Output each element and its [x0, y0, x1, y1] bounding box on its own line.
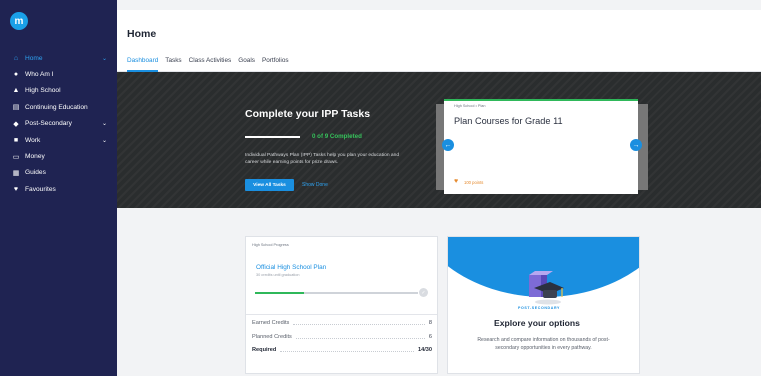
explore-title: Explore your options — [494, 318, 580, 328]
explore-category: POST-SECONDARY — [518, 306, 561, 310]
sidebar-item-who-am-i[interactable]: ● Who Am I — [0, 66, 117, 82]
task-card-points: 100 points — [464, 180, 484, 185]
sidebar-item-label: Favourites — [25, 185, 56, 193]
briefcase-icon: ■ — [13, 136, 19, 144]
sidebar-item-label: Continuing Education — [25, 103, 88, 111]
high-school-progress-bar — [255, 291, 418, 294]
explore-options-card[interactable] — [447, 236, 640, 374]
home-icon: ⌂ — [13, 54, 19, 62]
ipp-title: Complete your IPP Tasks — [245, 108, 371, 120]
app-logo[interactable]: m — [10, 12, 28, 30]
money-icon: ▭ — [12, 153, 20, 161]
chevron-down-icon: ⌄ — [101, 137, 107, 144]
sidebar-item-favourites[interactable]: ♥ Favourites — [0, 181, 117, 197]
top-bar — [117, 0, 761, 10]
tab-portfolios[interactable]: Portfolios — [262, 57, 289, 72]
carousel-prev-button[interactable]: ← — [442, 139, 454, 151]
tab-tasks[interactable]: Tasks — [165, 57, 181, 72]
book-icon: ▤ — [12, 104, 20, 112]
plan-subtitle: 30 credits until graduation — [256, 273, 300, 277]
earned-credits-row: Earned Credits 8 — [252, 320, 432, 326]
person-icon: ● — [13, 71, 19, 79]
sidebar-item-label: High School — [25, 87, 61, 95]
dashboard-cards-area — [117, 208, 761, 376]
sidebar-item-high-school[interactable]: ▲ High School — [0, 83, 117, 99]
view-all-tasks-button[interactable]: View All Tasks — [245, 179, 294, 191]
arrow-left-icon: ← — [444, 141, 452, 149]
high-school-progress-label: High School Progress — [252, 243, 289, 247]
page-title: Home — [127, 28, 157, 40]
sidebar-nav: ⌂ Home ⌄ ● Who Am I ▲ High School ▤ Cont… — [0, 50, 117, 198]
tab-bar: Dashboard Tasks Class Activities Goals P… — [127, 57, 289, 72]
sidebar-item-label: Work — [25, 136, 41, 144]
sidebar-item-post-secondary[interactable]: ◆ Post-Secondary ⌄ — [0, 116, 117, 132]
tab-dashboard[interactable]: Dashboard — [127, 57, 159, 72]
heart-icon: ♥ — [13, 185, 19, 193]
tab-class-activities[interactable]: Class Activities — [189, 57, 232, 72]
task-card-category: High School • Plan — [454, 104, 486, 108]
task-card-title[interactable]: Plan Courses for Grade 11 — [454, 116, 563, 126]
high-school-progress-card — [245, 236, 438, 374]
heart-icon: ♥ — [454, 178, 459, 185]
divider — [246, 314, 437, 315]
required-credits-row: Required 14/30 — [252, 347, 432, 353]
ipp-description: Individual Pathways Plan (IPP) Tasks hel… — [245, 153, 400, 166]
graduation-cap-icon: ◆ — [13, 120, 19, 128]
show-done-link[interactable]: Show Done — [302, 182, 328, 188]
explore-description: Research and compare information on thou… — [477, 337, 610, 351]
chevron-down-icon: ⌄ — [101, 55, 107, 62]
planned-credits-row: Planned Credits 6 — [252, 334, 432, 340]
chevron-down-icon: ⌄ — [101, 121, 107, 128]
official-plan-link[interactable]: Official High School Plan — [256, 264, 326, 271]
carousel-next-button[interactable]: → — [630, 139, 642, 151]
guide-icon: ▦ — [12, 169, 20, 177]
sidebar-item-money[interactable]: ▭ Money — [0, 148, 117, 164]
graduation-books-icon — [529, 271, 564, 305]
ipp-progress-bar — [245, 136, 300, 138]
sidebar-item-label: Post-Secondary — [25, 120, 72, 128]
sidebar-item-label: Money — [25, 153, 45, 161]
sidebar-item-label: Guides — [25, 169, 46, 177]
arrow-right-icon: → — [632, 141, 640, 149]
school-icon: ▲ — [12, 87, 20, 95]
sidebar-item-work[interactable]: ■ Work ⌄ — [0, 132, 117, 148]
tab-goals[interactable]: Goals — [238, 57, 255, 72]
sidebar-item-label: Home — [25, 54, 43, 62]
sidebar-item-continuing-education[interactable]: ▤ Continuing Education — [0, 99, 117, 115]
sidebar-item-home[interactable]: ⌂ Home ⌄ — [0, 50, 117, 66]
ipp-progress-text: 0 of 9 Completed — [312, 133, 362, 140]
progress-fill — [255, 291, 304, 294]
check-icon: ✓ — [419, 288, 428, 297]
sidebar-item-label: Who Am I — [25, 71, 54, 79]
sidebar-item-guides[interactable]: ▦ Guides — [0, 165, 117, 181]
